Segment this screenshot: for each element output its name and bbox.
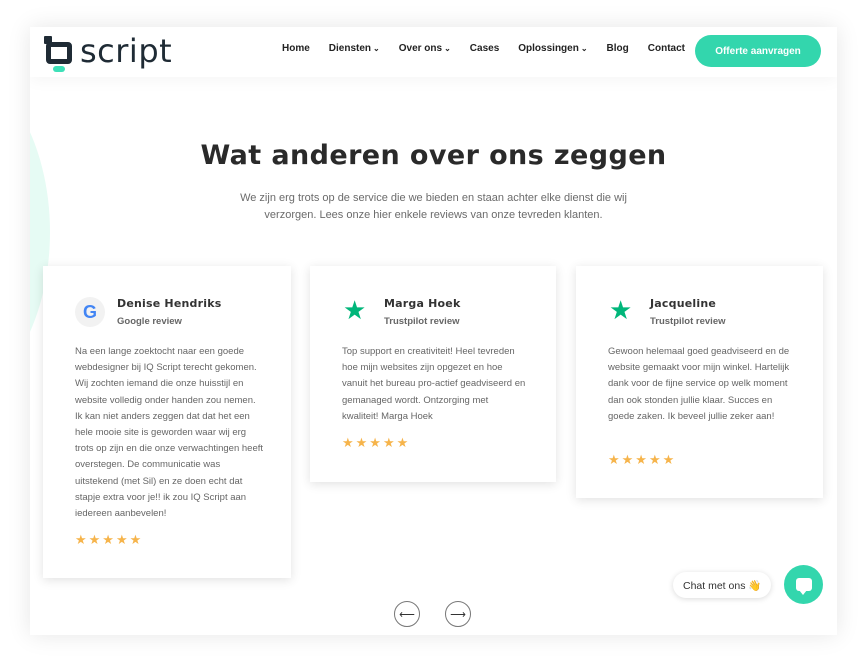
arrow-right-icon: ⟶ — [450, 608, 466, 621]
chevron-down-icon: ⌄ — [444, 44, 451, 53]
section-title: Wat anderen over ons zeggen — [200, 140, 667, 171]
nav-item-diensten[interactable]: Diensten ⌄ — [329, 43, 380, 54]
rating-stars: ★★★★★ — [342, 435, 411, 450]
site-header: script Home Diensten ⌄ Over ons ⌄ Cases Op… — [30, 27, 837, 77]
logo-mark-icon — [44, 36, 74, 72]
reviewer-name: Jacqueline — [650, 297, 717, 310]
rating-stars: ★★★★★ — [608, 452, 677, 467]
reviewer-name: Marga Hoek — [384, 297, 461, 310]
section-subtitle: We zijn erg trots op de service die we b… — [240, 192, 627, 221]
nav-item-contact[interactable]: Contact — [648, 43, 685, 54]
trustpilot-star-icon: ★ — [343, 295, 367, 325]
rating-stars: ★★★★★ — [75, 532, 144, 547]
review-source: Trustpilot review — [650, 316, 726, 327]
chat-prompt[interactable]: Chat met ons 👋 — [673, 572, 772, 598]
review-card: ★ Jacqueline Trustpilot review Gewoon he… — [576, 266, 823, 498]
chevron-down-icon: ⌄ — [373, 44, 380, 53]
quote-request-button[interactable]: Offerte aanvragen — [695, 35, 821, 67]
review-text: Na een lange zoektocht naar een goede we… — [75, 346, 264, 520]
review-card: ★ Marga Hoek Trustpilot review Top suppo… — [310, 266, 556, 482]
nav-item-cases[interactable]: Cases — [470, 43, 499, 54]
logo[interactable]: script — [44, 32, 173, 72]
chat-icon — [795, 578, 812, 595]
review-source: Google review — [117, 316, 182, 327]
arrow-left-icon: ⟵ — [399, 608, 415, 621]
main-nav: Home Diensten ⌄ Over ons ⌄ Cases Oplossing… — [282, 43, 704, 54]
review-text: Top support en creativiteit! Heel tevred… — [342, 346, 526, 422]
nav-item-oplossingen[interactable]: Oplossingen ⌄ — [518, 43, 587, 54]
trustpilot-star-icon: ★ — [609, 295, 633, 325]
carousel-next-button[interactable]: ⟶ — [445, 601, 471, 627]
carousel-prev-button[interactable]: ⟵ — [394, 601, 420, 627]
nav-item-blog[interactable]: Blog — [607, 43, 629, 54]
nav-item-over-ons[interactable]: Over ons ⌄ — [399, 43, 451, 54]
logo-text: script — [80, 32, 173, 70]
google-icon: G — [75, 297, 105, 327]
chevron-down-icon: ⌄ — [580, 44, 588, 53]
page-frame: script Home Diensten ⌄ Over ons ⌄ Cases Op… — [30, 27, 837, 635]
reviewer-name: Denise Hendriks — [117, 297, 222, 310]
chat-button[interactable] — [784, 565, 823, 604]
review-text: Gewoon helemaal goed geadviseerd en de w… — [608, 346, 790, 422]
nav-item-home[interactable]: Home — [282, 43, 310, 54]
review-source: Trustpilot review — [384, 316, 460, 327]
review-card: G Denise Hendriks Google review Na een l… — [43, 266, 291, 578]
